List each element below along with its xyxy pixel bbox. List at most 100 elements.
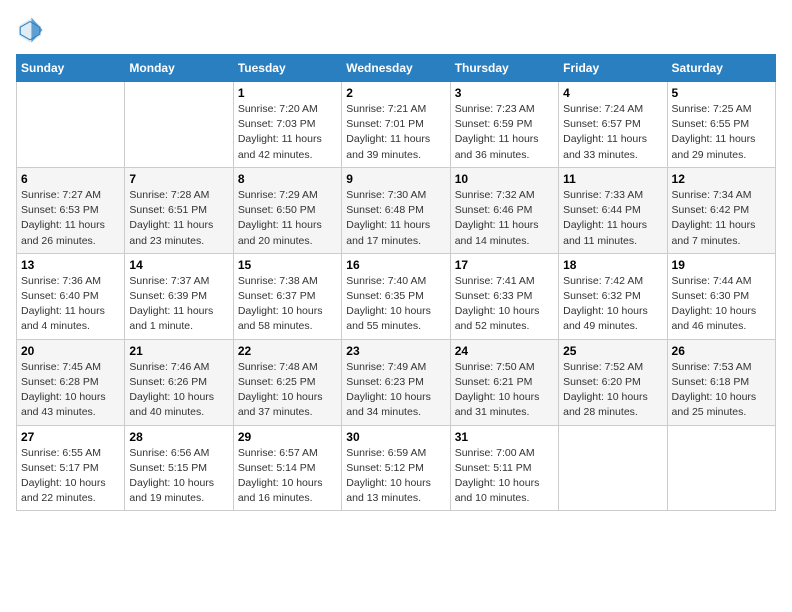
day-number: 14: [129, 258, 228, 272]
day-info: Sunrise: 7:40 AM Sunset: 6:35 PM Dayligh…: [346, 274, 445, 335]
calendar-cell: 26Sunrise: 7:53 AM Sunset: 6:18 PM Dayli…: [667, 339, 775, 425]
day-info: Sunrise: 7:21 AM Sunset: 7:01 PM Dayligh…: [346, 102, 445, 163]
calendar-cell: 21 Sunrise: 7:46 AM Sunset: 6:26 PM Dayli…: [125, 339, 233, 425]
day-info: Sunrise: 6:59 AM Sunset: 5:12 PM Dayligh…: [346, 446, 445, 507]
day-number: 2: [346, 86, 445, 100]
calendar-cell: 2 Sunrise: 7:21 AM Sunset: 7:01 PM Daylig…: [342, 82, 450, 168]
calendar-cell: 18 Sunrise: 7:42 AM Sunset: 6:32 PM Dayli…: [559, 253, 667, 339]
day-info: Sunrise: 7:34 AM Sunset: 6:42 PM Dayligh…: [672, 188, 771, 249]
calendar-cell: 5 Sunrise: 7:25 AM Sunset: 6:55 PM Daylig…: [667, 82, 775, 168]
calendar-cell: 10Sunrise: 7:32 AM Sunset: 6:46 PM Dayli…: [450, 167, 558, 253]
day-info: Sunrise: 7:37 AM Sunset: 6:39 PM Dayligh…: [129, 274, 228, 335]
day-info: Sunrise: 7:23 AM Sunset: 6:59 PM Dayligh…: [455, 102, 554, 163]
day-number: 7: [129, 172, 228, 186]
day-number: 24: [455, 344, 554, 358]
day-info: Sunrise: 7:41 AM Sunset: 6:33 PM Dayligh…: [455, 274, 554, 335]
calendar-cell: [17, 82, 125, 168]
day-info: Sunrise: 7:30 AM Sunset: 6:48 PM Dayligh…: [346, 188, 445, 249]
day-info: Sunrise: 7:20 AM Sunset: 7:03 PM Dayligh…: [238, 102, 337, 163]
day-info: Sunrise: 7:52 AM Sunset: 6:20 PM Dayligh…: [563, 360, 662, 421]
day-info: Sunrise: 7:27 AM Sunset: 6:53 PM Dayligh…: [21, 188, 120, 249]
day-info: Sunrise: 7:38 AM Sunset: 6:37 PM Dayligh…: [238, 274, 337, 335]
col-header-tuesday: Tuesday: [233, 55, 341, 82]
day-number: 22: [238, 344, 337, 358]
day-number: 21: [129, 344, 228, 358]
day-info: Sunrise: 7:00 AM Sunset: 5:11 PM Dayligh…: [455, 446, 554, 507]
calendar-cell: 24 Sunrise: 7:50 AM Sunset: 6:21 PM Dayli…: [450, 339, 558, 425]
calendar-table: SundayMondayTuesdayWednesdayThursdayFrid…: [16, 54, 776, 511]
col-header-friday: Friday: [559, 55, 667, 82]
calendar-cell: 30 Sunrise: 6:59 AM Sunset: 5:12 PM Dayli…: [342, 425, 450, 511]
calendar-cell: 7 Sunrise: 7:28 AM Sunset: 6:51 PM Daylig…: [125, 167, 233, 253]
col-header-monday: Monday: [125, 55, 233, 82]
calendar-cell: 22 Sunrise: 7:48 AM Sunset: 6:25 PM Dayli…: [233, 339, 341, 425]
calendar-cell: 14 Sunrise: 7:37 AM Sunset: 6:39 PM Dayli…: [125, 253, 233, 339]
col-header-wednesday: Wednesday: [342, 55, 450, 82]
calendar-cell: 4 Sunrise: 7:24 AM Sunset: 6:57 PM Daylig…: [559, 82, 667, 168]
day-info: Sunrise: 7:32 AM Sunset: 6:46 PM Dayligh…: [455, 188, 554, 249]
day-info: Sunrise: 7:25 AM Sunset: 6:55 PM Dayligh…: [672, 102, 771, 163]
day-number: 1: [238, 86, 337, 100]
calendar-cell: 16 Sunrise: 7:40 AM Sunset: 6:35 PM Dayli…: [342, 253, 450, 339]
calendar-cell: [559, 425, 667, 511]
day-number: 9: [346, 172, 445, 186]
calendar-cell: 19 Sunrise: 7:44 AM Sunset: 6:30 PM Dayli…: [667, 253, 775, 339]
calendar-cell: 20Sunrise: 7:45 AM Sunset: 6:28 PM Dayli…: [17, 339, 125, 425]
day-number: 3: [455, 86, 554, 100]
day-number: 8: [238, 172, 337, 186]
calendar-cell: 25 Sunrise: 7:52 AM Sunset: 6:20 PM Dayli…: [559, 339, 667, 425]
day-info: Sunrise: 7:44 AM Sunset: 6:30 PM Dayligh…: [672, 274, 771, 335]
day-number: 4: [563, 86, 662, 100]
calendar-cell: 3 Sunrise: 7:23 AM Sunset: 6:59 PM Daylig…: [450, 82, 558, 168]
col-header-sunday: Sunday: [17, 55, 125, 82]
day-number: 19: [672, 258, 771, 272]
day-number: 5: [672, 86, 771, 100]
day-info: Sunrise: 7:45 AM Sunset: 6:28 PM Dayligh…: [21, 360, 120, 421]
col-header-thursday: Thursday: [450, 55, 558, 82]
calendar-cell: 31 Sunrise: 7:00 AM Sunset: 5:11 PM Dayli…: [450, 425, 558, 511]
day-number: 23: [346, 344, 445, 358]
day-info: Sunrise: 7:49 AM Sunset: 6:23 PM Dayligh…: [346, 360, 445, 421]
day-info: Sunrise: 7:36 AM Sunset: 6:40 PM Dayligh…: [21, 274, 120, 335]
day-info: Sunrise: 7:53 AM Sunset: 6:18 PM Dayligh…: [672, 360, 771, 421]
day-number: 13: [21, 258, 120, 272]
calendar-cell: 28 Sunrise: 6:56 AM Sunset: 5:15 PM Dayli…: [125, 425, 233, 511]
day-info: Sunrise: 7:50 AM Sunset: 6:21 PM Dayligh…: [455, 360, 554, 421]
day-info: Sunrise: 7:48 AM Sunset: 6:25 PM Dayligh…: [238, 360, 337, 421]
calendar-cell: [667, 425, 775, 511]
day-number: 25: [563, 344, 662, 358]
day-number: 28: [129, 430, 228, 444]
calendar-cell: 8 Sunrise: 7:29 AM Sunset: 6:50 PM Daylig…: [233, 167, 341, 253]
day-info: Sunrise: 7:29 AM Sunset: 6:50 PM Dayligh…: [238, 188, 337, 249]
calendar-cell: 29 Sunrise: 6:57 AM Sunset: 5:14 PM Dayli…: [233, 425, 341, 511]
col-header-saturday: Saturday: [667, 55, 775, 82]
day-info: Sunrise: 7:33 AM Sunset: 6:44 PM Dayligh…: [563, 188, 662, 249]
calendar-cell: 1 Sunrise: 7:20 AM Sunset: 7:03 PM Daylig…: [233, 82, 341, 168]
day-number: 11: [563, 172, 662, 186]
calendar-cell: 11 Sunrise: 7:33 AM Sunset: 6:44 PM Dayli…: [559, 167, 667, 253]
logo-icon: [16, 16, 44, 44]
day-info: Sunrise: 6:57 AM Sunset: 5:14 PM Dayligh…: [238, 446, 337, 507]
page-header: [16, 16, 776, 44]
calendar-cell: 6 Sunrise: 7:27 AM Sunset: 6:53 PM Daylig…: [17, 167, 125, 253]
day-number: 6: [21, 172, 120, 186]
day-info: Sunrise: 6:55 AM Sunset: 5:17 PM Dayligh…: [21, 446, 120, 507]
day-number: 17: [455, 258, 554, 272]
day-number: 18: [563, 258, 662, 272]
calendar-cell: 9 Sunrise: 7:30 AM Sunset: 6:48 PM Daylig…: [342, 167, 450, 253]
day-number: 16: [346, 258, 445, 272]
day-info: Sunrise: 7:24 AM Sunset: 6:57 PM Dayligh…: [563, 102, 662, 163]
day-number: 27: [21, 430, 120, 444]
day-number: 12: [672, 172, 771, 186]
day-info: Sunrise: 7:42 AM Sunset: 6:32 PM Dayligh…: [563, 274, 662, 335]
calendar-cell: 17 Sunrise: 7:41 AM Sunset: 6:33 PM Dayli…: [450, 253, 558, 339]
calendar-cell: 15Sunrise: 7:38 AM Sunset: 6:37 PM Dayli…: [233, 253, 341, 339]
calendar-cell: 12 Sunrise: 7:34 AM Sunset: 6:42 PM Dayli…: [667, 167, 775, 253]
day-info: Sunrise: 7:46 AM Sunset: 6:26 PM Dayligh…: [129, 360, 228, 421]
day-number: 31: [455, 430, 554, 444]
day-number: 30: [346, 430, 445, 444]
day-number: 29: [238, 430, 337, 444]
calendar-cell: 27 Sunrise: 6:55 AM Sunset: 5:17 PM Dayli…: [17, 425, 125, 511]
day-info: Sunrise: 6:56 AM Sunset: 5:15 PM Dayligh…: [129, 446, 228, 507]
day-info: Sunrise: 7:28 AM Sunset: 6:51 PM Dayligh…: [129, 188, 228, 249]
